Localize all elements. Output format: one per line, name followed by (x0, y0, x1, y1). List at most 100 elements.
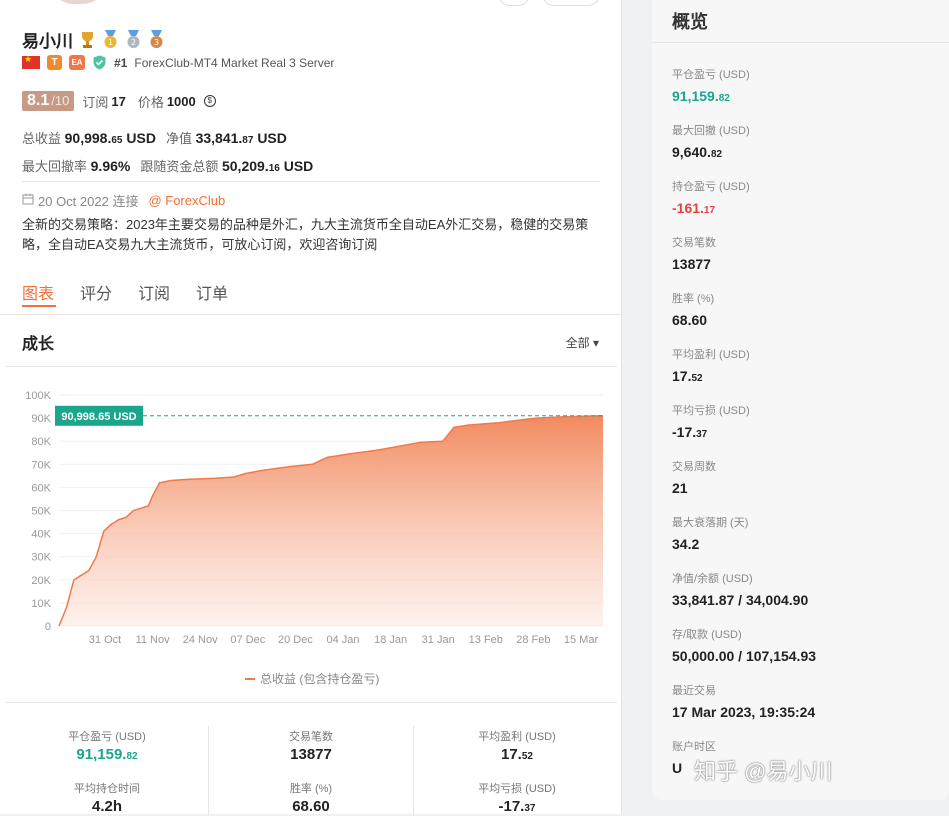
tab-rating[interactable]: 评分 (80, 280, 112, 304)
server-label: ForexClub-MT4 Market Real 3 Server (134, 55, 335, 70)
x-tick-label: 20 Dec (278, 634, 313, 646)
equity-decimals: 87 (242, 135, 254, 146)
total-gain-decimals: 65 (111, 135, 123, 146)
x-tick-label: 24 Nov (183, 634, 218, 646)
stat-value: 68.60 (292, 798, 330, 815)
tab-chart[interactable]: 图表 (22, 280, 54, 304)
divider (22, 181, 600, 182)
stat-value-decimals: 37 (524, 803, 536, 814)
calendar-icon (22, 193, 34, 208)
trader-name: 易小川 (22, 32, 73, 51)
overview-item-value: 34.2 (672, 536, 748, 552)
overview-item-label: 最近交易 (672, 685, 716, 697)
score-badge: 8.1 /10 (22, 91, 75, 111)
strategy-description: 全新的交易策略：2023年主要交易的品种是外汇，九大主流货币全自动EA外汇交易，… (22, 217, 589, 252)
y-tick-label: 40K (31, 529, 51, 541)
stat-closed-pnl: 平仓盈亏 (USD) 91,159.82 (17, 728, 197, 763)
rank-label: #1 (114, 55, 128, 70)
tab-orders[interactable]: 订单 (196, 280, 228, 304)
broker-link[interactable]: @ ForexClub (148, 193, 225, 208)
bronze-medal-icon: 3 (148, 30, 165, 49)
trophy-icon (79, 30, 96, 49)
overview-value-main: 9,640. (672, 144, 711, 160)
tab-bar-border (0, 314, 621, 315)
overview-value-main: 17 Mar 2023, 19:35:24 (672, 704, 816, 720)
y-tick-label: 80K (31, 436, 51, 448)
score-value: 8.1 (27, 92, 50, 109)
overview-item-value: 13877 (672, 256, 716, 272)
overview-item-value: -161.17 (672, 200, 750, 216)
overview-value-decimals: 82 (710, 149, 723, 160)
overview-item-label: 交易周数 (672, 461, 716, 473)
y-tick-label: 60K (31, 482, 51, 494)
overview-item: 胜率 (%) 68.60 (672, 290, 714, 328)
overview-item: 平均盈利 (USD) 17.52 (672, 346, 750, 384)
growth-chart: 0 10K 20K 30K 40K 50K 60K 70K 80K 90K 100K 31 Oct 11… (5, 366, 617, 703)
overview-value-main: 17. (672, 368, 692, 384)
subscribe-button[interactable] (542, 0, 600, 6)
verified-shield-icon (92, 55, 107, 70)
subscriptions-label: 订阅 (82, 94, 109, 110)
tag-ea-badge: EA (69, 55, 85, 70)
overview-item-value: -17.37 (672, 424, 750, 440)
rating-row: 8.1 /10 订阅 17 价格 1000 $ (22, 91, 216, 111)
stat-avg-profit: 平均盈利 (USD) 17.52 (427, 728, 607, 763)
china-flag-icon (22, 54, 40, 69)
stat-value: 13877 (290, 746, 332, 763)
max-drawdown-label: 最大回撤率 (22, 159, 88, 174)
total-gain-value: 90,998. (64, 130, 112, 146)
overview-value-main: 13877 (672, 256, 711, 272)
follow-funds-decimals: 16 (268, 163, 280, 174)
overview-item: 最大衰落期 (天) 34.2 (672, 514, 748, 552)
overview-item-label: 平均亏损 (USD) (672, 405, 750, 417)
stat-value-main: -17. (498, 798, 525, 815)
overview-item-value: 17.52 (672, 368, 750, 384)
stat-avg-hold-time: 平均持仓时间 4.2h (17, 780, 197, 815)
overview-item: 持仓盈亏 (USD) -161.17 (672, 178, 750, 216)
stat-value: 17.52 (427, 746, 607, 763)
summary-row-1: 总收益 90,998.65 USD 净值 33,841.87 USD (22, 128, 287, 147)
overview-item-value: 50,000.00 / 107,154.93 (672, 648, 816, 664)
coin-icon: $ (203, 95, 216, 107)
follow-funds-label: 跟随资金总额 (140, 159, 219, 174)
overview-value-main: 34.2 (672, 536, 700, 552)
y-tick-label: 30K (31, 552, 51, 564)
overview-item-label: 净值/余额 (USD) (672, 573, 753, 585)
current-value-label: 90,998.65 USD (61, 411, 136, 423)
growth-title: 成长 (22, 336, 55, 353)
growth-area (59, 415, 603, 626)
subscriptions-value: 17 (111, 93, 126, 109)
range-dropdown[interactable]: 全部 ▾ (566, 334, 599, 351)
connect-date: 20 Oct 2022 连接 (38, 194, 139, 209)
svg-text:1: 1 (108, 38, 113, 47)
bottom-stats: 平仓盈亏 (USD) 91,159.82 交易笔数 13877 平均盈利 (US… (5, 712, 617, 816)
x-tick-label: 31 Oct (89, 634, 121, 646)
overview-item-value: 68.60 (672, 312, 714, 328)
y-tick-label: 70K (31, 459, 51, 471)
overview-item-label: 平均盈利 (USD) (672, 349, 750, 361)
follow-funds-value: 50,209. (221, 158, 269, 174)
overview-panel: 概览 平仓盈亏 (USD) 91,159.82 最大回撤 (USD) 9,640.82… (652, 0, 949, 800)
y-tick-label: 90K (31, 413, 51, 425)
tab-subscription[interactable]: 订阅 (138, 280, 170, 304)
favorite-button[interactable] (498, 0, 530, 6)
equity-value: 33,841. (195, 130, 243, 146)
overview-title: 概览 (672, 12, 708, 32)
y-tick-label: 0 (45, 621, 51, 633)
stat-label: 交易笔数 (289, 731, 333, 743)
stat-trades: 交易笔数 13877 (221, 728, 401, 763)
overview-item-label: 最大回撤 (USD) (672, 125, 750, 137)
x-tick-label: 18 Jan (374, 634, 407, 646)
avatar[interactable] (48, 0, 108, 4)
overview-item: 最大回撤 (USD) 9,640.82 (672, 122, 750, 160)
total-gain-label: 总收益 (22, 131, 62, 146)
overview-value-decimals: 52 (691, 373, 703, 384)
follow-funds-unit: USD (283, 158, 314, 174)
overview-divider (652, 42, 949, 43)
stat-avg-loss: 平均亏损 (USD) -17.37 (427, 780, 607, 815)
summary-row-2: 最大回撤率 9.96% 跟随资金总额 50,209.16 USD (22, 156, 313, 175)
trader-panel: 易小川 1 2 3 T EA #1 ForexClub-MT4 Market R… (0, 0, 622, 816)
overview-item-value: 17 Mar 2023, 19:35:24 (672, 704, 815, 720)
svg-text:3: 3 (154, 38, 159, 47)
price-value: 1000 (166, 93, 196, 109)
